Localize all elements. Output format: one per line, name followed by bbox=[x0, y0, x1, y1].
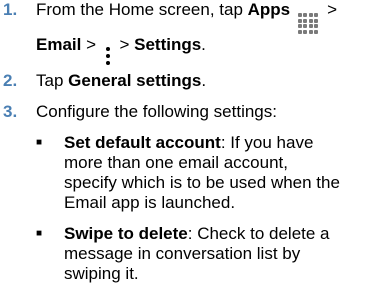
apps-label: Apps bbox=[247, 0, 291, 19]
step-number: 1. bbox=[3, 0, 18, 19]
step-2-line: Tap General settings. bbox=[36, 71, 207, 90]
bullet-1-line-3: specify which is to be used when the bbox=[64, 173, 340, 192]
menu-icon bbox=[105, 47, 110, 65]
email-label: Email bbox=[36, 35, 82, 54]
bullet-icon: ■ bbox=[36, 228, 43, 239]
apps-grid-icon bbox=[297, 13, 319, 34]
step-1-line-2: Email > > Settings. bbox=[36, 35, 206, 65]
general-settings-label: General settings bbox=[68, 71, 202, 90]
bullet-label: Swipe to delete bbox=[64, 224, 188, 243]
step-3-line: Configure the following settings: bbox=[36, 102, 277, 121]
bullet-2-line-2: message in conversation list by bbox=[64, 244, 301, 263]
bullet-label: Set default account bbox=[64, 133, 221, 152]
step-number: 2. bbox=[3, 71, 18, 90]
instructions: 1. From the Home screen, tap Apps > Emai… bbox=[0, 0, 389, 303]
bullet-1-line-1: Set default account: If you have bbox=[64, 133, 314, 152]
step-number: 3. bbox=[3, 102, 18, 121]
step-1-line-1: From the Home screen, tap Apps > bbox=[36, 0, 337, 34]
bullet-icon: ■ bbox=[36, 137, 43, 148]
bullet-1-line-2: more than one email account, bbox=[64, 153, 288, 172]
bullet-1-line-4: Email app is launched. bbox=[64, 193, 236, 212]
bullet-2-line-1: Swipe to delete: Check to delete a bbox=[64, 224, 330, 243]
settings-label: Settings bbox=[134, 35, 202, 54]
bullet-2-line-3: swiping it. bbox=[64, 264, 139, 283]
